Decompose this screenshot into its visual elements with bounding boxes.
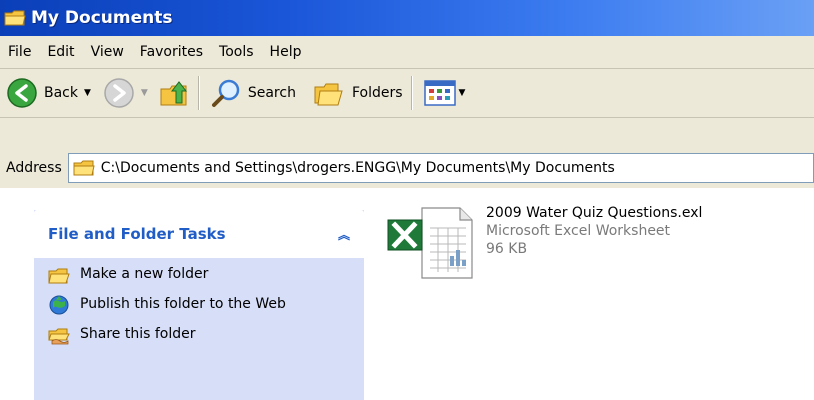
share-folder-icon — [48, 328, 70, 345]
toolbar-divider — [410, 76, 413, 110]
folders-label: Folders — [351, 85, 403, 101]
menu-favorites[interactable]: Favorites — [132, 44, 211, 60]
address-label: Address — [6, 160, 62, 176]
tasks-title: File and Folder Tasks — [48, 225, 226, 243]
address-field[interactable]: C:\Documents and Settings\drogers.ENGG\M… — [67, 153, 814, 183]
back-arrow-icon — [7, 78, 37, 108]
address-path: C:\Documents and Settings\drogers.ENGG\M… — [100, 160, 615, 176]
file-folder-tasks-panel: File and Folder Tasks ︽ Make a new folde… — [34, 210, 364, 400]
folders-button[interactable]: Folders — [312, 77, 403, 109]
task-make-new-folder[interactable]: Make a new folder — [48, 264, 364, 286]
window-title: My Documents — [31, 8, 173, 28]
forward-dropdown-icon[interactable]: ▼ — [141, 88, 148, 98]
back-button[interactable]: Back ▼ — [6, 77, 91, 109]
publish-web-icon — [49, 295, 69, 315]
title-bar[interactable]: My Documents — [0, 0, 814, 36]
task-label: Publish this folder to the Web — [80, 296, 286, 312]
search-label: Search — [247, 85, 296, 101]
toolbar: Back ▼ ▼ Search Folders ▼ — [0, 69, 814, 118]
up-folder-icon — [160, 81, 187, 106]
views-dropdown-icon[interactable]: ▼ — [459, 88, 466, 98]
file-item[interactable]: 2009 Water Quiz Questions.exl Microsoft … — [386, 204, 702, 282]
task-label: Share this folder — [80, 326, 196, 342]
up-folder-button[interactable] — [158, 77, 190, 109]
search-icon — [211, 79, 240, 107]
collapse-chevron-icon[interactable]: ︽ — [334, 224, 354, 244]
task-label: Make a new folder — [80, 266, 209, 282]
file-meta: 2009 Water Quiz Questions.exl Microsoft … — [486, 204, 702, 258]
file-name: 2009 Water Quiz Questions.exl — [486, 205, 703, 221]
file-size: 96 KB — [486, 241, 528, 257]
menu-help[interactable]: Help — [262, 44, 310, 60]
views-icon — [423, 80, 456, 106]
toolbar-divider — [197, 76, 200, 110]
forward-button[interactable]: ▼ — [103, 77, 148, 109]
task-publish-web[interactable]: Publish this folder to the Web — [48, 294, 364, 316]
forward-arrow-icon — [104, 78, 134, 108]
tasks-header[interactable]: File and Folder Tasks ︽ — [34, 210, 364, 258]
search-button[interactable]: Search — [210, 77, 296, 109]
back-dropdown-icon[interactable]: ▼ — [84, 88, 91, 98]
content-area: File and Folder Tasks ︽ Make a new folde… — [0, 188, 814, 400]
menu-tools[interactable]: Tools — [211, 44, 262, 60]
folder-icon — [4, 10, 26, 26]
task-share-folder[interactable]: Share this folder — [48, 324, 364, 346]
folder-icon — [73, 160, 95, 176]
file-type: Microsoft Excel Worksheet — [486, 223, 671, 239]
folders-icon — [314, 83, 343, 106]
excel-file-icon — [387, 207, 473, 279]
new-folder-icon — [48, 268, 70, 284]
menu-edit[interactable]: Edit — [39, 44, 82, 60]
menu-view[interactable]: View — [83, 44, 132, 60]
tasks-list: Make a new folder Publish this folder to… — [34, 258, 364, 346]
address-bar: Address C:\Documents and Settings\droger… — [0, 148, 814, 188]
back-label: Back — [44, 85, 78, 101]
menu-bar: File Edit View Favorites Tools Help — [0, 36, 814, 69]
menu-file[interactable]: File — [0, 44, 39, 60]
toolbar-band — [0, 118, 814, 148]
views-button[interactable]: ▼ — [423, 78, 466, 108]
